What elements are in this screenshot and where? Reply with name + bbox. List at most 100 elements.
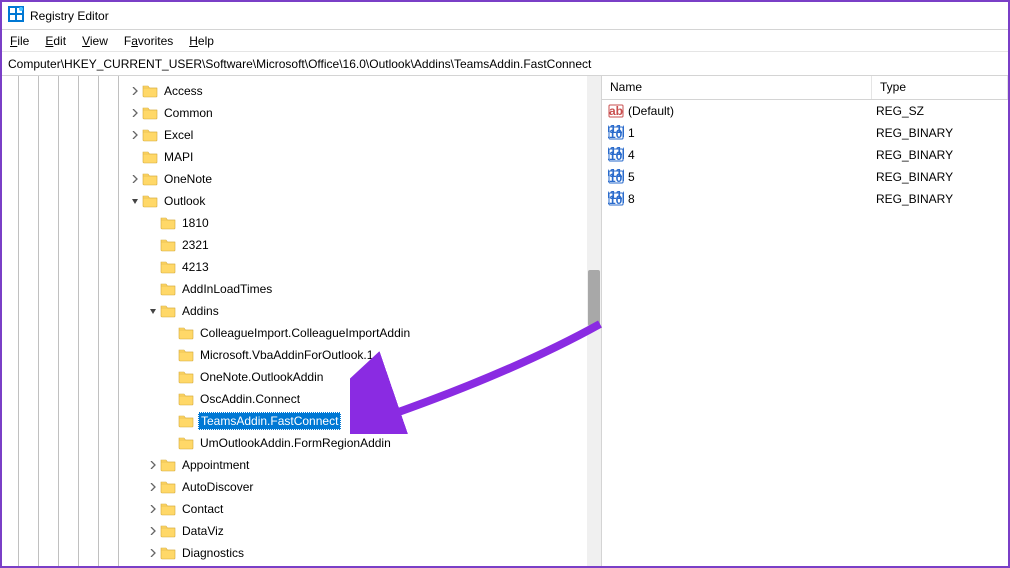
column-type-header[interactable]: Type	[872, 76, 1008, 99]
tree-item-label: DataViz	[180, 523, 226, 539]
tree-item[interactable]: UmOutlookAddin.FormRegionAddin	[2, 432, 601, 454]
tree-item[interactable]: TeamsAddin.FastConnect	[2, 410, 601, 432]
svg-text:ab: ab	[609, 104, 623, 118]
value-name: 1	[626, 126, 876, 140]
tree-item-label: Appointment	[180, 457, 251, 473]
chevron-right-icon[interactable]	[128, 175, 142, 183]
tree-item[interactable]: Contact	[2, 498, 601, 520]
folder-icon	[160, 502, 176, 516]
tree-item[interactable]: 4213	[2, 256, 601, 278]
chevron-right-icon[interactable]	[128, 109, 142, 117]
chevron-right-icon[interactable]	[128, 87, 142, 95]
folder-icon	[160, 238, 176, 252]
tree-item[interactable]: OscAddin.Connect	[2, 388, 601, 410]
chevron-right-icon[interactable]	[146, 527, 160, 535]
value-row[interactable]: 011011005REG_BINARY	[602, 166, 1008, 188]
tree-item[interactable]: AutoDiscover	[2, 476, 601, 498]
values-pane: Name Type ab(Default)REG_SZ011011001REG_…	[602, 76, 1008, 566]
value-row[interactable]: 011011008REG_BINARY	[602, 188, 1008, 210]
menu-edit[interactable]: Edit	[45, 34, 66, 48]
binary-value-icon: 01101100	[608, 191, 626, 207]
value-name: 4	[626, 148, 876, 162]
folder-icon	[178, 326, 194, 340]
address-bar	[2, 52, 1008, 76]
tree-item-label: UmOutlookAddin.FormRegionAddin	[198, 435, 393, 451]
svg-text:1100: 1100	[608, 127, 624, 141]
menu-view[interactable]: View	[82, 34, 108, 48]
column-name-header[interactable]: Name	[602, 76, 872, 99]
title-bar: Registry Editor	[2, 2, 1008, 30]
tree-pane: Access Common Excel MAPI OneNote Outlook 1810 2…	[2, 76, 602, 566]
folder-icon	[142, 106, 158, 120]
chevron-right-icon[interactable]	[128, 131, 142, 139]
tree-item-label: Access	[162, 83, 205, 99]
tree-item-label: OneNote	[162, 171, 214, 187]
value-type: REG_BINARY	[876, 192, 1008, 206]
value-name: 5	[626, 170, 876, 184]
tree-item-label: Contact	[180, 501, 225, 517]
tree-item[interactable]: ColleagueImport.ColleagueImportAddin	[2, 322, 601, 344]
value-name: (Default)	[626, 104, 876, 118]
regedit-icon	[8, 6, 24, 25]
value-row[interactable]: ab(Default)REG_SZ	[602, 100, 1008, 122]
address-input[interactable]	[6, 55, 1004, 73]
value-row[interactable]: 011011001REG_BINARY	[602, 122, 1008, 144]
folder-icon	[160, 480, 176, 494]
tree-scrollbar[interactable]	[587, 76, 601, 566]
menu-bar: File Edit View Favorites Help	[2, 30, 1008, 52]
menu-help[interactable]: Help	[189, 34, 214, 48]
tree-item[interactable]: MAPI	[2, 146, 601, 168]
tree-item[interactable]: 2321	[2, 234, 601, 256]
tree-item[interactable]: Access	[2, 80, 601, 102]
tree-item-label: 2321	[180, 237, 211, 253]
tree-item-label: Addins	[180, 303, 221, 319]
folder-icon	[178, 436, 194, 450]
folder-icon	[178, 392, 194, 406]
folder-icon	[160, 304, 176, 318]
menu-favorites[interactable]: Favorites	[124, 34, 173, 48]
tree-item[interactable]: Outlook	[2, 190, 601, 212]
folder-icon	[142, 128, 158, 142]
tree-item-label: Outlook	[162, 193, 207, 209]
chevron-down-icon[interactable]	[146, 307, 160, 315]
value-row[interactable]: 011011004REG_BINARY	[602, 144, 1008, 166]
chevron-right-icon[interactable]	[146, 461, 160, 469]
tree-item-label: Excel	[162, 127, 195, 143]
tree-item[interactable]: OneNote	[2, 168, 601, 190]
tree-item-label: Microsoft.VbaAddinForOutlook.1	[198, 347, 375, 363]
svg-text:1100: 1100	[608, 149, 624, 163]
tree-item[interactable]: Microsoft.VbaAddinForOutlook.1	[2, 344, 601, 366]
folder-icon	[142, 84, 158, 98]
folder-icon	[142, 194, 158, 208]
tree-item-label: Common	[162, 105, 215, 121]
tree-item-label: Diagnostics	[180, 545, 246, 561]
menu-file[interactable]: File	[10, 34, 29, 48]
tree-item-label: AddInLoadTimes	[180, 281, 274, 297]
folder-icon	[160, 524, 176, 538]
tree-item[interactable]: Diagnostics	[2, 542, 601, 564]
folder-icon	[142, 172, 158, 186]
tree-item[interactable]: Common	[2, 102, 601, 124]
scrollbar-thumb[interactable]	[588, 270, 600, 326]
tree-item-label: OscAddin.Connect	[198, 391, 302, 407]
tree-item[interactable]: Excel	[2, 124, 601, 146]
svg-text:1100: 1100	[608, 193, 624, 207]
value-type: REG_BINARY	[876, 148, 1008, 162]
tree-item[interactable]: 1810	[2, 212, 601, 234]
tree-item[interactable]: DataViz	[2, 520, 601, 542]
folder-icon	[160, 458, 176, 472]
tree-item-label: TeamsAddin.FastConnect	[198, 412, 341, 430]
folder-icon	[160, 260, 176, 274]
tree-item-label: MAPI	[162, 149, 195, 165]
tree-item[interactable]: OneNote.OutlookAddin	[2, 366, 601, 388]
chevron-right-icon[interactable]	[146, 549, 160, 557]
chevron-right-icon[interactable]	[146, 483, 160, 491]
tree-item[interactable]: Appointment	[2, 454, 601, 476]
chevron-down-icon[interactable]	[128, 197, 142, 205]
folder-icon	[178, 370, 194, 384]
chevron-right-icon[interactable]	[146, 505, 160, 513]
tree-item[interactable]: AddInLoadTimes	[2, 278, 601, 300]
value-type: REG_BINARY	[876, 126, 1008, 140]
value-name: 8	[626, 192, 876, 206]
tree-item[interactable]: Addins	[2, 300, 601, 322]
